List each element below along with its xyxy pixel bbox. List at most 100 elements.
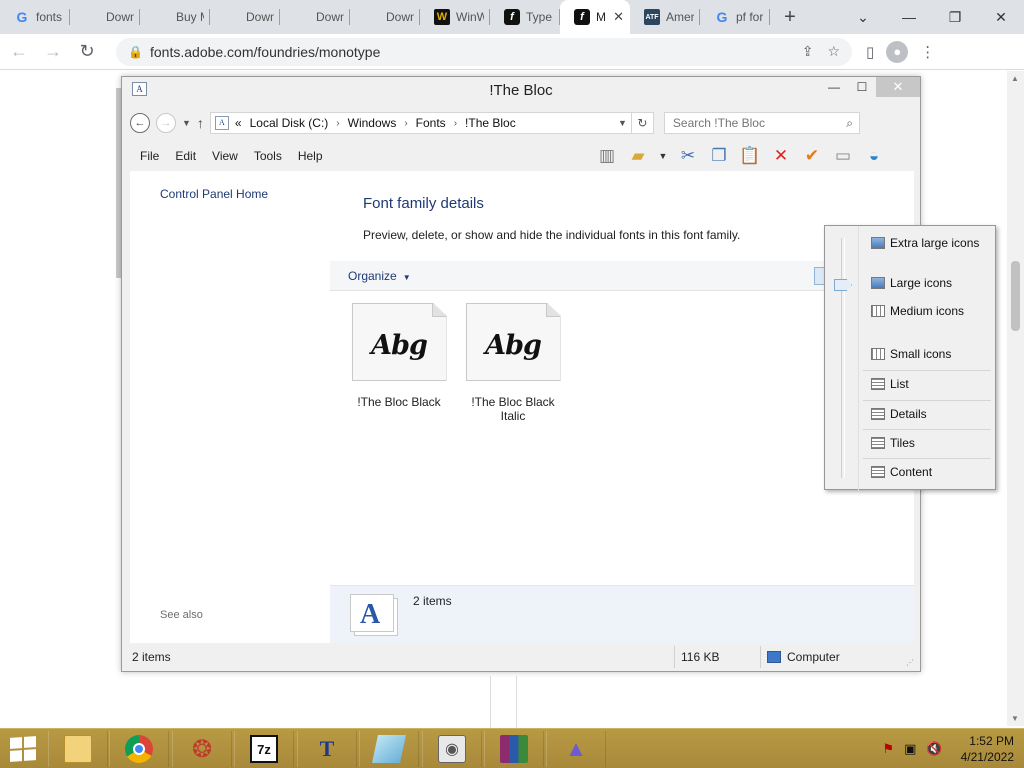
breadcrumb-item-the-bloc[interactable]: !The Bloc [465, 116, 516, 130]
view-option-list[interactable]: List [871, 377, 909, 391]
breadcrumb-item-local-disk[interactable]: Local Disk (C:) [250, 116, 329, 130]
menu-divider [863, 458, 991, 459]
browser-tab[interactable]: G pf for [700, 0, 770, 34]
taskbar-chrome[interactable] [109, 731, 169, 767]
delete-icon[interactable]: ✕ [770, 145, 792, 167]
browser-tab[interactable]: Down [350, 0, 420, 34]
taskbar-7zip[interactable]: 7z [234, 731, 294, 767]
globe-icon[interactable]: ◒ [863, 145, 885, 167]
profile-avatar-icon[interactable]: ● [886, 40, 909, 63]
view-option-content[interactable]: Content [871, 465, 932, 479]
folder-options-icon[interactable]: ▰ [627, 145, 649, 167]
search-input[interactable] [670, 115, 831, 131]
lock-icon: 🔒 [128, 44, 143, 59]
search-field[interactable]: ⌕ [663, 112, 860, 134]
view-slider-track[interactable] [841, 238, 845, 478]
side-panel-icon[interactable]: ▯ [866, 43, 874, 61]
browser-tab[interactable]: Buy M [140, 0, 210, 34]
minimize-icon[interactable]: — [886, 9, 932, 25]
maximize-icon[interactable]: ☐ [848, 77, 876, 97]
browser-tab[interactable]: f Type [490, 0, 560, 34]
menu-help[interactable]: Help [290, 147, 331, 165]
control-panel-home-link[interactable]: Control Panel Home [160, 187, 268, 201]
view-option-label: Content [890, 465, 933, 479]
forward-icon[interactable]: → [156, 113, 176, 133]
close-window-icon[interactable]: ✕ [978, 9, 1024, 26]
organize-button[interactable]: Organize ▼ [348, 269, 411, 283]
share-icon[interactable]: ⇪ [802, 43, 814, 60]
view-option-extra-large-icons[interactable]: Extra large icons [871, 236, 979, 250]
network-icon[interactable]: ▣ [904, 741, 916, 757]
breadcrumb-item-windows[interactable]: Windows [348, 116, 397, 130]
layout-pane-icon[interactable]: ▥ [596, 145, 618, 167]
chevron-right-icon[interactable]: › [336, 118, 339, 129]
action-center-flag-icon[interactable]: ⚑ [882, 741, 894, 757]
view-option-medium-icons[interactable]: Medium icons [871, 304, 964, 318]
cut-icon[interactable]: ✂ [677, 145, 699, 167]
browser-tab[interactable]: Down [70, 0, 140, 34]
breadcrumb-item-fonts[interactable]: Fonts [416, 116, 446, 130]
browser-tab[interactable]: ATF Amer [630, 0, 700, 34]
copy-icon[interactable]: ❐ [708, 145, 730, 167]
up-arrow-icon[interactable]: ↑ [197, 115, 204, 131]
back-icon[interactable]: ← [4, 37, 34, 67]
refresh-icon[interactable]: ↻ [631, 112, 654, 134]
browser-tab[interactable]: G fonts [0, 0, 70, 34]
menu-file[interactable]: File [132, 147, 167, 165]
taskbar-winrar[interactable] [484, 731, 544, 767]
view-option-details[interactable]: Details [871, 407, 927, 421]
close-tab-icon[interactable]: ✕ [609, 9, 624, 25]
more-menu-icon[interactable]: ⋮ [920, 43, 935, 61]
font-item[interactable]: Abg !The Bloc Black [339, 303, 459, 409]
taskbar-file-explorer[interactable] [48, 731, 108, 767]
chevron-right-icon[interactable]: › [454, 118, 457, 129]
view-option-label: Extra large icons [890, 236, 980, 250]
restore-icon[interactable]: ❐ [932, 9, 978, 26]
clock[interactable]: 1:52 PM 4/21/2022 [961, 733, 1014, 765]
rename-icon[interactable]: ▭ [832, 145, 854, 167]
dropdown-arrow-icon[interactable]: ▼ [658, 145, 668, 167]
winworld-icon: W [434, 9, 450, 25]
reload-icon[interactable]: ↻ [72, 37, 102, 67]
volume-muted-icon[interactable]: 🔇 [926, 741, 942, 757]
chevron-right-icon[interactable]: › [404, 118, 407, 129]
scroll-down-icon[interactable]: ▼ [1011, 714, 1019, 723]
breadcrumb-overflow[interactable]: « [235, 116, 242, 130]
tab-search-icon[interactable]: ⌄ [840, 9, 886, 26]
taskbar-text-editor[interactable]: T [297, 731, 357, 767]
menu-tools[interactable]: Tools [246, 147, 290, 165]
address-bar[interactable]: 🔒 fonts.adobe.com/foundries/monotype ⇪ ☆ [116, 37, 852, 66]
close-icon[interactable]: ✕ [876, 77, 920, 97]
taskbar-app[interactable]: ◉ [422, 731, 482, 767]
view-option-large-icons[interactable]: Large icons [871, 276, 952, 290]
minimize-icon[interactable]: — [820, 77, 848, 97]
view-slider-thumb[interactable] [834, 279, 852, 291]
resize-grip-icon[interactable]: ⋰ [906, 658, 914, 667]
breadcrumb[interactable]: A « Local Disk (C:) › Windows › Fonts › … [209, 112, 632, 134]
browser-tab[interactable]: W WinW [420, 0, 490, 34]
menu-view[interactable]: View [204, 147, 246, 165]
bookmark-star-icon[interactable]: ☆ [827, 43, 840, 60]
recent-locations-icon[interactable]: ▼ [182, 118, 191, 128]
new-tab-button[interactable]: + [770, 0, 810, 34]
scroll-up-icon[interactable]: ▲ [1011, 74, 1019, 83]
windows-start-icon[interactable] [10, 736, 36, 762]
taskbar-font-viewer[interactable]: ▲ [546, 731, 606, 767]
view-option-small-icons[interactable]: Small icons [871, 347, 951, 361]
browser-tab-active[interactable]: f M ✕ [560, 0, 630, 34]
view-option-tiles[interactable]: Tiles [871, 436, 915, 450]
chevron-down-icon[interactable]: ▼ [618, 118, 627, 128]
browser-tab[interactable]: Down [280, 0, 350, 34]
properties-check-icon[interactable]: ✔ [801, 145, 823, 167]
forward-icon[interactable]: → [38, 37, 68, 67]
taskbar-app[interactable]: ❂ [172, 731, 232, 767]
taskbar-app[interactable] [359, 731, 419, 767]
page-scrollbar[interactable]: ▲ ▼ [1007, 71, 1024, 726]
back-icon[interactable]: ← [130, 113, 150, 133]
menu-edit[interactable]: Edit [167, 147, 204, 165]
font-item[interactable]: Abg !The Bloc Black Italic [453, 303, 573, 423]
browser-tab[interactable]: Down [210, 0, 280, 34]
page-divider [490, 676, 491, 728]
paste-icon[interactable]: 📋 [739, 145, 761, 167]
page-scrollbar-thumb[interactable] [1011, 261, 1020, 331]
